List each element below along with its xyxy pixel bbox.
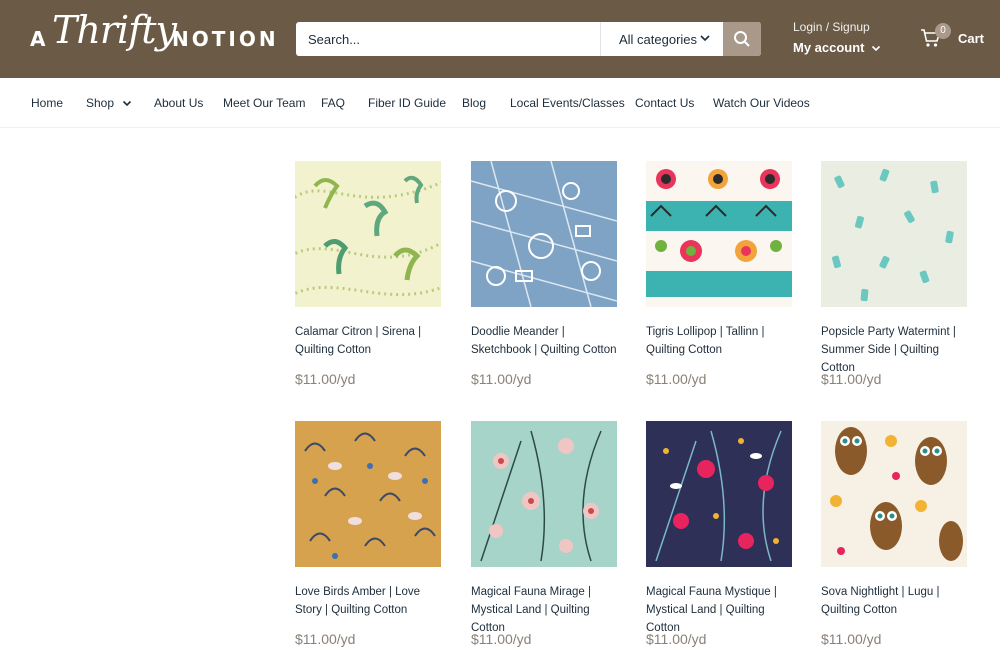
product-price: $11.00/yd [646, 631, 707, 647]
logo-script: Thrifty [52, 8, 177, 52]
nav-item-blog[interactable]: Blog [462, 96, 486, 110]
product-price: $11.00/yd [821, 371, 882, 387]
product-price: $11.00/yd [295, 631, 356, 647]
product-price: $11.00/yd [471, 631, 532, 647]
product-card[interactable]: Magical Fauna Mystique | Mystical Land |… [646, 421, 792, 647]
product-title[interactable]: Sova Nightlight | Lugu | Quilting Cotton [821, 583, 967, 619]
nav-item-about[interactable]: About Us [154, 96, 203, 110]
product-title[interactable]: Love Birds Amber | Love Story | Quilting… [295, 583, 441, 619]
product-image[interactable] [646, 161, 792, 307]
cart-count-badge: 0 [935, 23, 951, 39]
product-title[interactable]: Popsicle Party Watermint | Summer Side |… [821, 323, 967, 374]
nav-item-label: Meet Our Team [223, 96, 306, 110]
product-card[interactable]: Calamar Citron | Sirena | Quilting Cotto… [295, 161, 441, 387]
my-account-label: My account [793, 40, 865, 55]
search-icon [734, 31, 750, 47]
logo-a: A [30, 27, 49, 51]
nav-item-shop[interactable]: Shop [86, 96, 132, 110]
nav-item-team[interactable]: Meet Our Team [223, 96, 305, 110]
chevron-down-icon [871, 45, 880, 51]
search-bar: All categories [296, 22, 761, 56]
product-image[interactable] [295, 161, 441, 307]
nav-item-events[interactable]: Local Events/Classes [510, 96, 625, 110]
nav-item-label: Watch Our Videos [713, 96, 810, 110]
login-link[interactable]: Login / Signup [793, 20, 881, 34]
product-card[interactable]: Popsicle Party Watermint | Summer Side |… [821, 161, 967, 387]
account-menu[interactable]: Login / Signup My account [793, 20, 881, 55]
nav-item-label: FAQ [321, 96, 346, 110]
product-image[interactable] [471, 421, 617, 567]
nav-item-faq[interactable]: FAQ [321, 96, 345, 110]
cart-label: Cart [958, 30, 985, 46]
product-title[interactable]: Tigris Lollipop | Tallinn | Quilting Cot… [646, 323, 792, 359]
product-image[interactable] [471, 161, 617, 307]
nav-item-contact[interactable]: Contact Us [635, 96, 694, 110]
nav-item-label: Home [31, 96, 64, 110]
product-title[interactable]: Magical Fauna Mirage | Mystical Land | Q… [471, 583, 617, 634]
main-nav: Home Shop About Us Meet Our Team FAQ Fib… [0, 78, 1000, 128]
nav-item-fiber-guide[interactable]: Fiber ID Guide [368, 96, 446, 110]
nav-item-label: Contact Us [635, 96, 695, 110]
chevron-down-icon [700, 35, 710, 42]
product-title[interactable]: Magical Fauna Mystique | Mystical Land |… [646, 583, 792, 634]
nav-item-label: Shop [86, 96, 115, 110]
logo-word: NOTION [172, 27, 279, 51]
product-title[interactable]: Doodlie Meander | Sketchbook | Quilting … [471, 323, 617, 359]
product-card[interactable]: Sova Nightlight | Lugu | Quilting Cotton… [821, 421, 967, 647]
search-button[interactable] [723, 22, 761, 56]
product-title[interactable]: Calamar Citron | Sirena | Quilting Cotto… [295, 323, 441, 359]
product-card[interactable]: Magical Fauna Mirage | Mystical Land | Q… [471, 421, 617, 647]
product-card[interactable]: Love Birds Amber | Love Story | Quilting… [295, 421, 441, 647]
product-card[interactable]: Tigris Lollipop | Tallinn | Quilting Cot… [646, 161, 792, 387]
product-image[interactable] [295, 421, 441, 567]
product-card[interactable]: Doodlie Meander | Sketchbook | Quilting … [471, 161, 617, 387]
nav-item-videos[interactable]: Watch Our Videos [713, 96, 810, 110]
product-price: $11.00/yd [471, 371, 532, 387]
product-price: $11.00/yd [646, 371, 707, 387]
my-account-toggle[interactable]: My account [793, 40, 881, 55]
category-select[interactable]: All categories [600, 22, 723, 56]
product-image[interactable] [646, 421, 792, 567]
product-price: $11.00/yd [295, 371, 356, 387]
nav-item-label: About Us [154, 96, 204, 110]
search-input[interactable] [296, 22, 600, 56]
cart-button[interactable]: 0 Cart [920, 23, 985, 48]
store-logo[interactable]: A Thrifty NOTION [30, 8, 276, 66]
header-bar: A Thrifty NOTION All categories Login / … [0, 0, 1000, 78]
nav-item-label: Fiber ID Guide [368, 96, 447, 110]
chevron-down-icon [122, 100, 132, 107]
nav-item-label: Local Events/Classes [510, 96, 625, 110]
product-image[interactable] [821, 161, 967, 307]
product-price: $11.00/yd [821, 631, 882, 647]
category-select-label: All categories [619, 31, 698, 47]
nav-item-label: Blog [462, 96, 487, 110]
product-image[interactable] [821, 421, 967, 567]
nav-item-home[interactable]: Home [31, 96, 63, 110]
